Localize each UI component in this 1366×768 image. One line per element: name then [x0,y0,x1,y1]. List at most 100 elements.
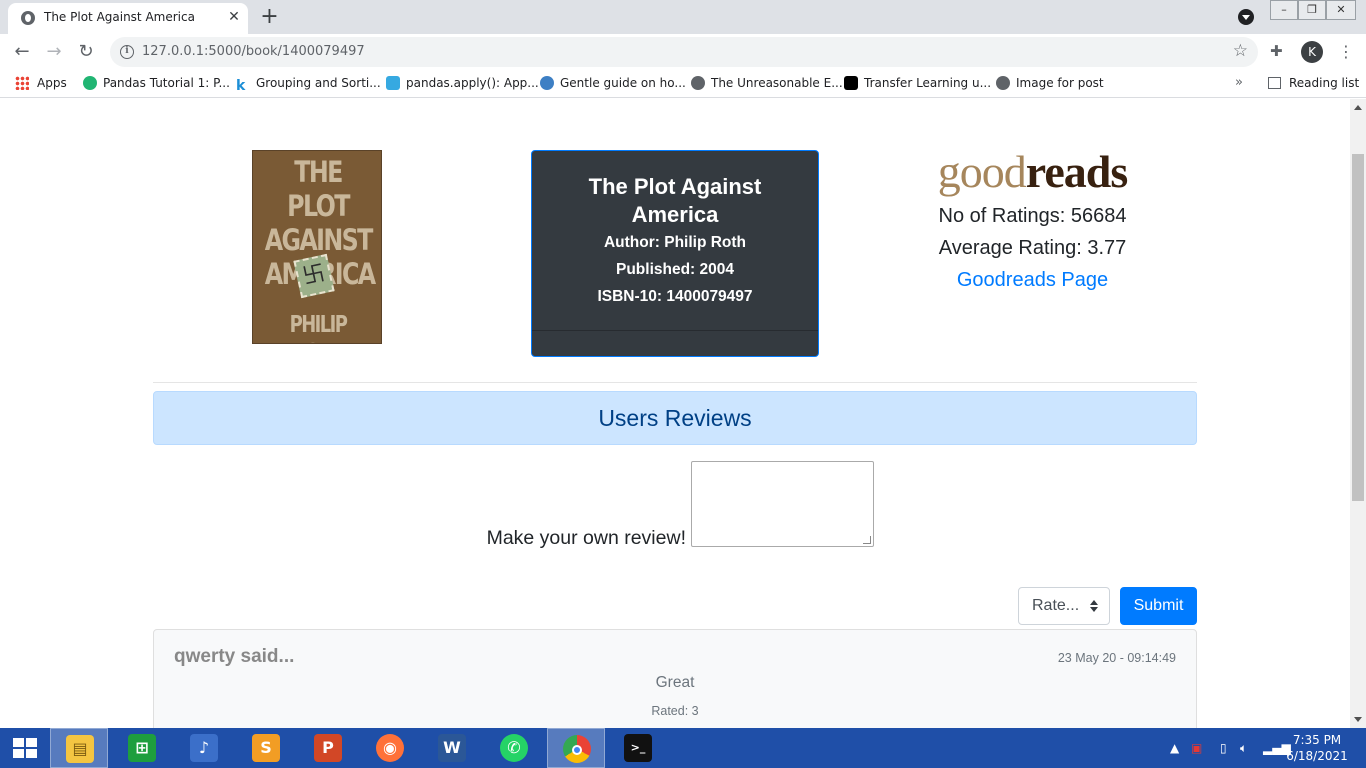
bookmark-item[interactable]: pandas.apply(): App... [386,76,539,90]
review-timestamp: 23 May 20 - 09:14:49 [1057,651,1176,665]
bookmark-label: Apps [37,76,67,90]
page-scrollbar[interactable] [1350,99,1366,728]
taskbar-app[interactable]: ♪ [175,728,233,768]
firefox-icon: ◉ [376,734,404,762]
taskbar-terminal[interactable]: >_ [609,728,667,768]
goodreads-logo-bold: reads [1025,146,1128,197]
windows-logo-icon [13,738,37,758]
media-app-icon: ♪ [190,734,218,762]
close-tab-icon[interactable]: ✕ [225,8,243,26]
page-content: THE PLOT AGAINST AMERICA 卐 PHILIP ROTH T… [0,99,1350,728]
store-icon: ⊞ [128,734,156,762]
bookmark-label: pandas.apply(): App... [406,76,539,90]
reviews-heading: Users Reviews [153,391,1197,445]
browser-tab[interactable]: The Plot Against America ✕ [8,3,248,34]
bookmark-item[interactable]: k Grouping and Sorti... [236,76,381,93]
browser-menu-icon[interactable]: ⋮ [1338,42,1354,62]
bookmark-favicon-icon [83,76,97,90]
book-cover-image: THE PLOT AGAINST AMERICA 卐 PHILIP ROTH [252,150,382,344]
divider [153,382,1197,383]
profile-avatar[interactable]: K [1301,41,1323,63]
bookmark-star-icon[interactable]: ☆ [1233,41,1248,61]
tab-strip: The Plot Against America ✕ + – ❐ ✕ [0,0,1366,34]
review-text: Great [655,674,695,691]
clock-date: 6/18/2021 [1286,749,1348,763]
bookmark-label: Gentle guide on ho... [560,76,686,90]
windows-taskbar: ▤ ⊞ ♪ S P ◉ W ✆ >_ ▲ ▣ ▯ 🔈︎ ▂▄▆ 7:35 PM … [0,728,1366,768]
book-published: Published: 2004 [615,261,734,278]
extensions-puzzle-icon[interactable]: ✚ [1270,42,1283,60]
book-title: The Plot Against America [588,174,762,227]
taskbar-file-explorer[interactable]: ▤ [50,728,108,768]
review-prompt-label: Make your own review! [486,527,686,549]
bookmark-item[interactable]: Transfer Learning u... [844,76,991,90]
rating-select[interactable]: Rate... [1018,587,1110,625]
review-rating: Rated: 3 [651,704,699,718]
bookmark-apps[interactable]: Apps [15,76,67,90]
url-text[interactable]: 127.0.0.1:5000/book/1400079497 [142,44,365,59]
bookmark-item[interactable]: Image for post [996,76,1104,90]
bookmarks-overflow-icon[interactable]: » [1235,75,1243,90]
bookmark-label: Transfer Learning u... [864,76,992,90]
taskbar-whatsapp[interactable]: ✆ [485,728,543,768]
forward-arrow-icon[interactable]: → [42,40,66,64]
taskbar-sublime[interactable]: S [237,728,295,768]
rating-select-value: Rate... [1032,597,1080,614]
apps-grid-icon [15,76,29,90]
reading-list-label: Reading list [1289,76,1360,90]
tray-app-icon[interactable]: ▣ [1191,728,1202,768]
volume-icon[interactable]: 🔈︎ [1240,728,1247,768]
average-rating: Average Rating: 3.77 [938,237,1127,259]
back-arrow-icon[interactable]: ← [10,40,34,64]
start-button[interactable] [0,728,50,768]
bookmark-label: Pandas Tutorial 1: P... [103,76,230,90]
whatsapp-icon: ✆ [500,734,528,762]
goodreads-page-link[interactable]: Goodreads Page [957,264,1108,296]
show-hidden-icons[interactable]: ▲ [1170,728,1179,768]
bookmark-item[interactable]: Gentle guide on ho... [540,76,686,90]
book-info-card: The Plot Against America Author: Philip … [531,150,819,357]
tab-search-icon[interactable] [1238,9,1254,25]
scroll-up-arrow-icon[interactable] [1354,105,1362,110]
battery-icon[interactable]: ▯ [1220,728,1227,768]
goodreads-panel: goodreads No of Ratings: 56684 Average R… [870,144,1195,296]
review-author: qwerty said... [174,646,295,667]
select-arrows-icon [1090,598,1098,614]
bookmark-item[interactable]: The Unreasonable E... [691,76,843,90]
browser-toolbar: ← → ↻ i 127.0.0.1:5000/book/1400079497 ☆… [0,34,1366,70]
card-footer [532,330,818,356]
book-isbn: ISBN-10: 1400079497 [597,288,753,305]
bookmark-favicon-icon [386,76,400,90]
reading-list-button[interactable]: Reading list [1268,76,1359,90]
system-clock[interactable]: 7:35 PM 6/18/2021 [1282,732,1352,764]
new-tab-button[interactable]: + [256,4,283,31]
review-card: qwerty said... 23 May 20 - 09:14:49 Grea… [153,629,1197,728]
bookmark-favicon-icon: k [236,78,246,94]
scroll-down-arrow-icon[interactable] [1354,717,1362,722]
reading-list-icon [1268,77,1281,89]
submit-button[interactable]: Submit [1120,587,1197,625]
globe-icon [691,76,705,90]
bookmark-label: The Unreasonable E... [711,76,843,90]
bookmark-item[interactable]: Pandas Tutorial 1: P... [83,76,230,90]
tab-title: The Plot Against America [44,10,195,24]
close-window-button[interactable]: ✕ [1326,0,1356,20]
taskbar-chrome[interactable] [547,728,605,768]
goodreads-logo-light: good [937,146,1027,197]
address-bar[interactable]: i 127.0.0.1:5000/book/1400079497 ☆ [110,37,1258,67]
taskbar-powerpoint[interactable]: P [299,728,357,768]
bookmark-label: Grouping and Sorti... [256,76,381,90]
site-info-icon[interactable]: i [120,45,134,59]
taskbar-word[interactable]: W [423,728,481,768]
bookmark-favicon-icon [540,76,554,90]
taskbar-firefox[interactable]: ◉ [361,728,419,768]
review-textarea[interactable] [691,461,874,547]
bookmark-favicon-icon [844,76,858,90]
restore-button[interactable]: ❐ [1298,0,1326,20]
taskbar-store[interactable]: ⊞ [113,728,171,768]
folder-icon: ▤ [66,735,94,763]
book-author: Author: Philip Roth [603,234,747,251]
reload-icon[interactable]: ↻ [74,40,98,64]
minimize-button[interactable]: – [1270,0,1298,20]
scrollbar-thumb[interactable] [1352,154,1364,501]
